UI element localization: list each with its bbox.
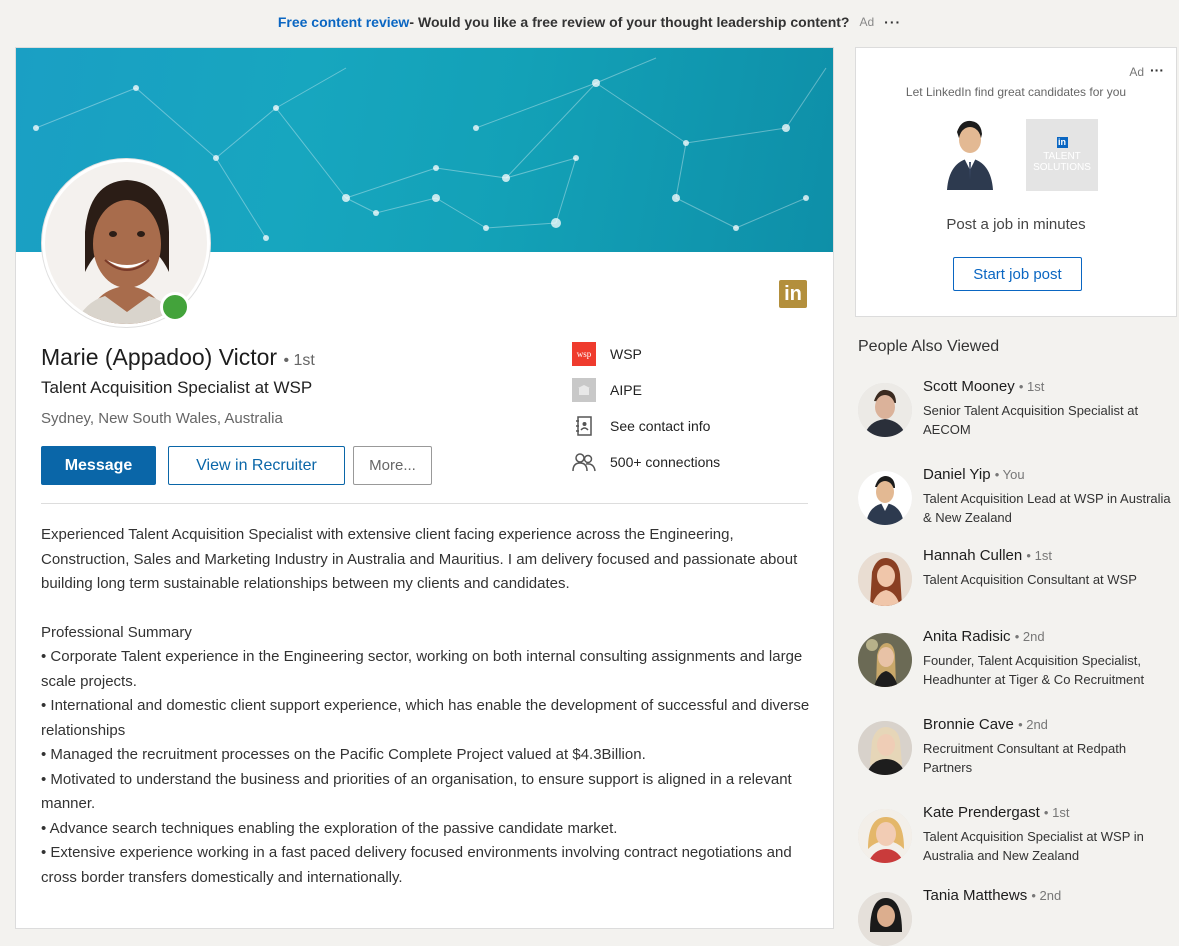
top-ad-separator: - bbox=[409, 14, 414, 30]
avatar bbox=[858, 383, 912, 437]
profile-name-text: Marie (Appadoo) Victor bbox=[41, 344, 278, 370]
profile-headline: Talent Acquisition Specialist at WSP bbox=[41, 378, 313, 397]
ad-tagline: Let LinkedIn find great candidates for y… bbox=[905, 85, 1127, 99]
person-name: Daniel Yip • You bbox=[923, 466, 1025, 483]
talent-solutions-ad: Ad ··· Let LinkedIn find great candidate… bbox=[855, 47, 1177, 317]
person-headline: Founder, Talent Acquisition Specialist, … bbox=[923, 653, 1145, 687]
top-ad-bar: Free content review - Would you like a f… bbox=[0, 0, 1179, 44]
more-actions-button[interactable]: More... bbox=[353, 446, 432, 485]
person-name: Hannah Cullen • 1st bbox=[923, 547, 1052, 564]
person-headline: Talent Acquisition Consultant at WSP bbox=[923, 572, 1137, 587]
school-name: AIPE bbox=[610, 382, 642, 398]
logo-caption-1: TALENT bbox=[1043, 151, 1081, 162]
person-name: Bronnie Cave • 2nd bbox=[923, 716, 1048, 733]
profile-card: in Marie (Appadoo) Victor • 1st Talent A… bbox=[15, 47, 834, 929]
current-company[interactable]: wsp WSP bbox=[572, 342, 642, 366]
linkedin-icon[interactable]: in bbox=[779, 280, 807, 308]
summary-bullet: • Extensive experience working in a fast… bbox=[41, 844, 792, 886]
person-headline: Recruitment Consultant at Redpath Partne… bbox=[923, 741, 1127, 775]
people-also-viewed-title: People Also Viewed bbox=[858, 338, 1000, 355]
ad-label: Ad bbox=[1129, 65, 1144, 79]
address-book-icon bbox=[572, 414, 596, 438]
top-ad-label: Ad bbox=[859, 15, 875, 29]
summary-bullet: • Corporate Talent experience in the Eng… bbox=[41, 648, 803, 690]
person-name: Anita Radisic • 2nd bbox=[923, 628, 1045, 645]
person-name: Tania Matthews • 2nd bbox=[923, 887, 1062, 904]
linkedin-small-icon: in bbox=[1056, 137, 1068, 148]
online-status-indicator bbox=[160, 292, 190, 322]
avatar bbox=[858, 633, 912, 687]
summary-bullet: • Managed the recruitment processes on t… bbox=[41, 746, 646, 763]
contact-info-link[interactable]: See contact info bbox=[572, 414, 710, 438]
school-icon bbox=[572, 378, 596, 402]
profile-name: Marie (Appadoo) Victor • 1st bbox=[41, 344, 315, 371]
about-intro: Experienced Talent Acquisition Specialis… bbox=[41, 526, 798, 592]
profile-location: Sydney, New South Wales, Australia bbox=[41, 410, 283, 427]
education-school[interactable]: AIPE bbox=[572, 378, 642, 402]
top-ad-link[interactable]: Free content review bbox=[278, 14, 410, 30]
view-in-recruiter-button[interactable]: View in Recruiter bbox=[168, 446, 345, 485]
message-button[interactable]: Message bbox=[41, 446, 156, 485]
connections-label: 500+ connections bbox=[610, 454, 721, 470]
company-name: WSP bbox=[610, 346, 642, 362]
summary-title: Professional Summary bbox=[41, 623, 192, 641]
top-ad-message[interactable]: Would you like a free review of your tho… bbox=[418, 14, 849, 30]
summary-bullet: • International and domestic client supp… bbox=[41, 697, 810, 739]
section-divider bbox=[41, 503, 808, 504]
about-section: Experienced Talent Acquisition Specialis… bbox=[41, 523, 816, 890]
summary-bullet: • Motivated to understand the business a… bbox=[41, 770, 792, 813]
logo-caption-2: SOLUTIONS bbox=[1033, 162, 1091, 173]
people-icon bbox=[572, 450, 596, 474]
avatar bbox=[858, 552, 912, 606]
ad-person-photo bbox=[941, 118, 999, 190]
person-name: Scott Mooney • 1st bbox=[923, 378, 1045, 395]
avatar bbox=[858, 471, 912, 525]
connection-degree: • 1st bbox=[283, 352, 315, 369]
connections-count[interactable]: 500+ connections bbox=[572, 450, 720, 474]
ad-pitch: Post a job in minutes bbox=[946, 216, 1086, 233]
avatar bbox=[858, 892, 912, 946]
talent-solutions-logo: in TALENT SOLUTIONS bbox=[1026, 119, 1098, 191]
ad-more-options-icon[interactable]: ··· bbox=[1150, 62, 1164, 78]
contact-info-label: See contact info bbox=[610, 418, 711, 434]
more-options-icon[interactable]: ··· bbox=[884, 14, 901, 30]
avatar bbox=[858, 809, 912, 863]
person-headline: Talent Acquisition Lead at WSP in Austra… bbox=[923, 491, 1171, 525]
person-headline: Talent Acquisition Specialist at WSP in … bbox=[923, 829, 1144, 863]
avatar bbox=[858, 721, 912, 775]
start-job-post-button[interactable]: Start job post bbox=[953, 257, 1082, 291]
summary-bullet: • Advance search techniques enabling the… bbox=[41, 819, 618, 837]
person-name: Kate Prendergast • 1st bbox=[923, 804, 1070, 821]
person-headline: Senior Talent Acquisition Specialist at … bbox=[923, 403, 1139, 437]
wsp-logo-icon: wsp bbox=[572, 342, 596, 366]
